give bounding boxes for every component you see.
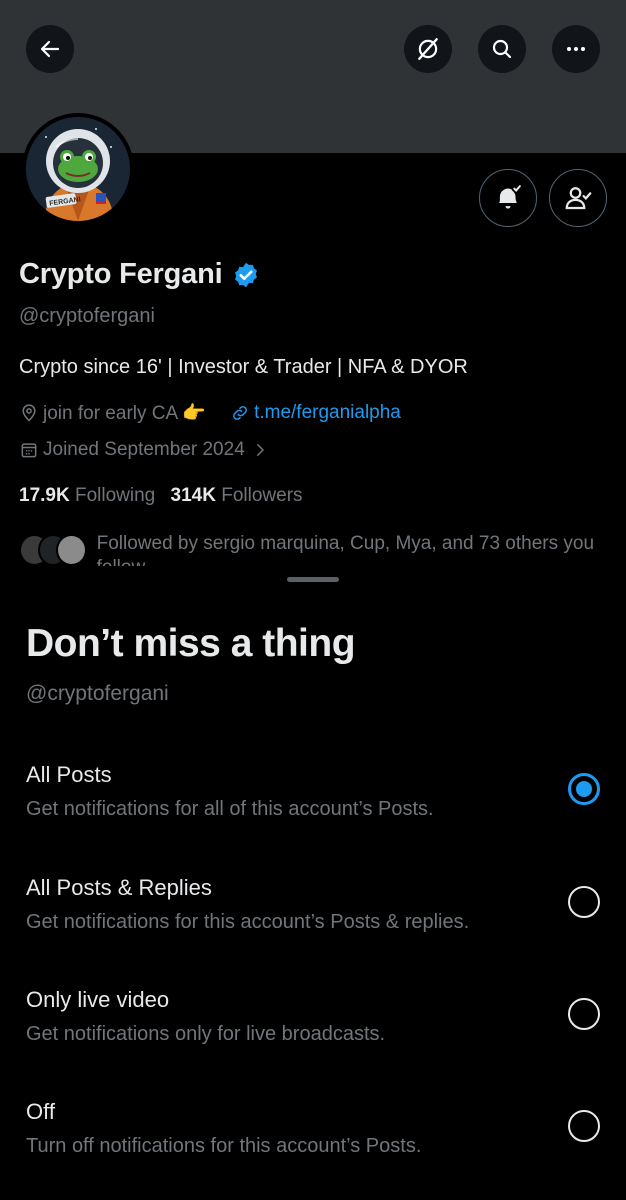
search-button[interactable] xyxy=(478,25,526,73)
more-horizontal-icon xyxy=(567,47,585,51)
follower-avatar xyxy=(56,534,87,566)
link-icon xyxy=(233,406,247,420)
profile-meta-row: join for early CA 👉 t.me/ferganialpha xyxy=(19,401,401,425)
profile-location: join for early CA 👉 xyxy=(43,403,207,424)
chevron-right-icon xyxy=(256,444,264,456)
location-pin-icon xyxy=(22,404,36,422)
option-label: All Posts & Replies xyxy=(26,875,212,900)
radio-off[interactable] xyxy=(568,1110,600,1142)
option-description: Get notifications for all of this accoun… xyxy=(26,798,434,820)
bell-check-icon xyxy=(499,185,521,209)
option-off[interactable]: Off Turn off notifications for this acco… xyxy=(0,1099,626,1195)
followers-label: Followers xyxy=(221,485,303,506)
sheet-drag-handle[interactable] xyxy=(287,577,339,582)
sheet-handle: @cryptofergani xyxy=(26,682,169,705)
back-button[interactable] xyxy=(26,25,74,73)
option-only-live-video[interactable]: Only live video Get notifications only f… xyxy=(0,987,626,1083)
grok-icon xyxy=(418,38,438,60)
followers-count: 314K xyxy=(170,485,216,506)
profile-joined-row[interactable]: Joined September 2024 xyxy=(19,439,269,461)
followers-stat[interactable]: 314K Followers xyxy=(171,485,303,506)
option-description: Get notifications for this account’s Pos… xyxy=(26,911,470,933)
followed-by-row[interactable]: Followed by sergio marquina, Cup, Mya, a… xyxy=(19,534,619,566)
following-label: Following xyxy=(74,485,156,506)
profile-joined-date: Joined September 2024 xyxy=(43,439,245,460)
notification-settings-sheet: Don’t miss a thing @cryptofergani All Po… xyxy=(0,566,626,1200)
calendar-icon xyxy=(21,443,37,458)
grok-button[interactable] xyxy=(404,25,452,73)
option-label: Off xyxy=(26,1099,55,1124)
option-all-posts[interactable]: All Posts Get notifications for all of t… xyxy=(0,762,626,858)
option-description: Turn off notifications for this account’… xyxy=(26,1135,422,1157)
followed-by-text: Followed by sergio marquina, Cup, Mya, a… xyxy=(96,534,595,566)
verified-badge-icon[interactable] xyxy=(232,261,260,289)
radio-only-live-video[interactable] xyxy=(568,998,600,1030)
profile-handle: @cryptofergani xyxy=(19,305,155,327)
following-count: 17.9K xyxy=(19,485,70,506)
option-label: Only live video xyxy=(26,987,170,1012)
following-button[interactable] xyxy=(549,169,607,227)
user-check-icon xyxy=(565,187,592,210)
radio-all-posts[interactable] xyxy=(568,773,600,805)
search-icon xyxy=(492,39,512,59)
more-button[interactable] xyxy=(552,25,600,73)
following-stat[interactable]: 17.9K Following xyxy=(19,485,155,506)
option-label: All Posts xyxy=(26,762,112,787)
profile-name-row: Crypto Fergani xyxy=(19,258,260,291)
notifications-button[interactable] xyxy=(479,169,537,227)
option-all-posts-replies[interactable]: All Posts & Replies Get notifications fo… xyxy=(0,875,626,971)
profile-bio: Crypto since 16' | Investor & Trader | N… xyxy=(19,356,468,378)
radio-all-posts-replies[interactable] xyxy=(568,886,600,918)
option-description: Get notifications only for live broadcas… xyxy=(26,1023,386,1045)
profile-website-link[interactable]: t.me/ferganialpha xyxy=(254,402,401,424)
profile-avatar[interactable]: FERGANI xyxy=(22,113,134,225)
astronaut-frog-avatar-icon: FERGANI xyxy=(26,117,130,221)
sheet-title: Don’t miss a thing xyxy=(26,622,356,665)
profile-name: Crypto Fergani xyxy=(19,258,223,290)
profile-stats: 17.9K Following 314K Followers xyxy=(19,485,303,507)
arrow-left-icon xyxy=(40,40,60,58)
